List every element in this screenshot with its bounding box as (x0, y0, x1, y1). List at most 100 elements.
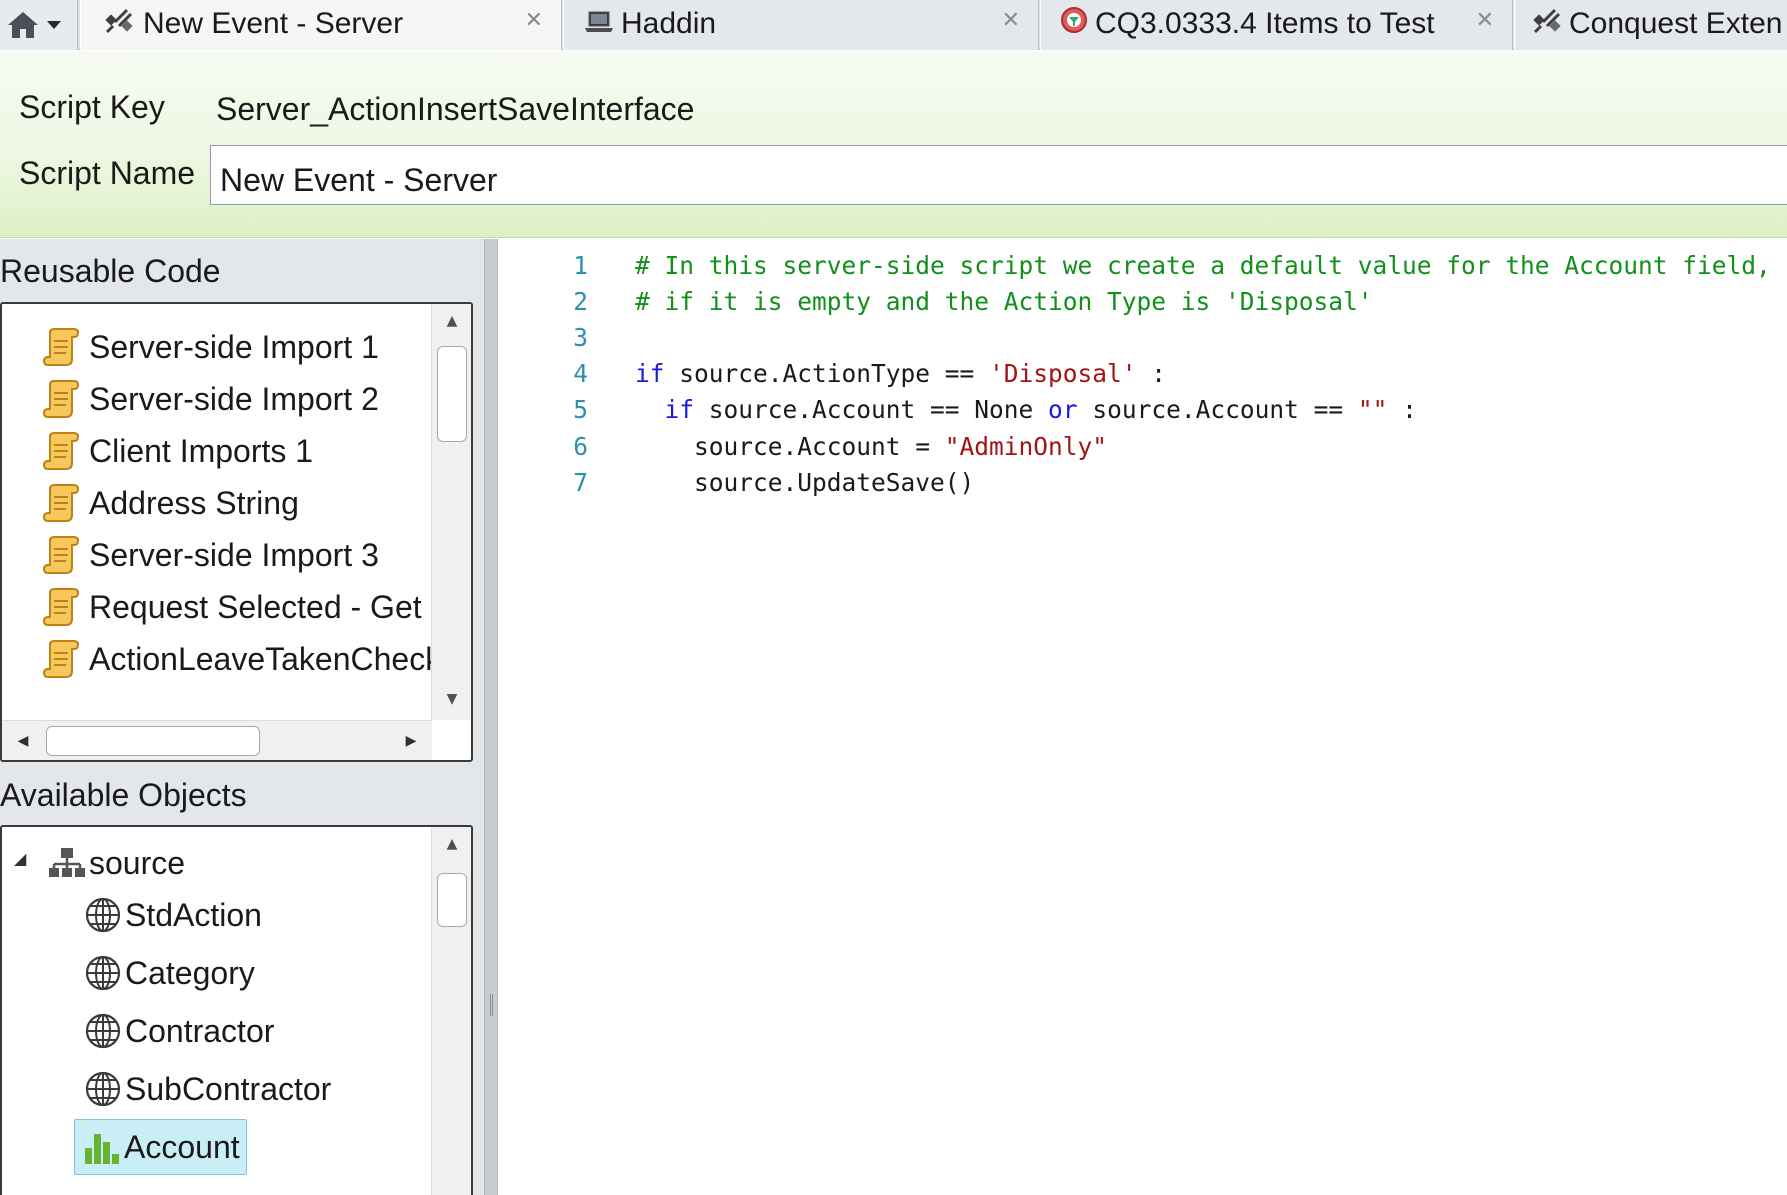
close-icon[interactable]: ✕ (1002, 8, 1020, 33)
home-button[interactable] (0, 0, 78, 50)
left-panel: Reusable Code Server-side Import 1 Serve… (0, 239, 484, 1195)
tab-label: New Event - Server (143, 7, 404, 40)
reusable-code-title: Reusable Code (0, 253, 221, 289)
collapse-triangle-icon[interactable]: ◢ (14, 849, 26, 868)
code-text: # if it is empty and the Action Type is … (635, 284, 1373, 320)
line-number: 6 (573, 431, 588, 461)
code-token-plain: source.Account == (1077, 395, 1358, 425)
tree-node-category[interactable]: Category (84, 947, 255, 999)
tree-node-account[interactable]: Account (74, 1119, 247, 1175)
tree-node-subcontractor[interactable]: SubContractor (84, 1063, 331, 1115)
code-line[interactable]: 2 # if it is empty and the Action Type is… (498, 284, 1787, 320)
code-text: if source.ActionType == 'Disposal' : (635, 356, 1166, 392)
vertical-scrollbar[interactable]: ▲ ▼ (431, 304, 471, 720)
scroll-icon (42, 588, 80, 626)
line-number: 4 (573, 359, 588, 389)
tree-node-label: source (89, 844, 186, 881)
code-line[interactable]: 4 if source.ActionType == 'Disposal' : (498, 356, 1787, 392)
code-line[interactable]: 3 (498, 320, 1787, 356)
chevron-down-icon (47, 21, 61, 29)
scroll-thumb[interactable] (437, 346, 467, 442)
scroll-icon (42, 380, 80, 418)
scroll-down-arrow[interactable]: ▼ (432, 684, 471, 714)
tab-cq-items-to-test[interactable]: CQ3.0333.4 Items to Test ✕ (1040, 0, 1513, 50)
script-header: Script Key Server_ActionInsertSaveInterf… (0, 51, 1787, 238)
tree-node-label: Contractor (125, 1012, 275, 1049)
tab-label: Conquest Exten (1569, 7, 1783, 40)
tab-label: Haddin (621, 7, 717, 40)
list-item-label: Server-side Import 2 (89, 380, 379, 417)
code-text: # In this server-side script we create a… (635, 248, 1771, 284)
reusable-code-list[interactable]: Server-side Import 1 Server-side Import … (0, 302, 473, 762)
list-item[interactable]: Client Imports 1 (42, 426, 313, 476)
script-name-field[interactable] (210, 145, 1787, 205)
code-token-keyword: if (664, 395, 695, 425)
splitter-grip[interactable] (490, 994, 493, 1016)
list-item-label: Server-side Import 3 (89, 536, 379, 573)
scroll-icon (42, 432, 80, 470)
available-objects-tree[interactable]: ◢ source StdAction Category Contractor S… (0, 825, 473, 1195)
scroll-icon (42, 484, 80, 522)
hierarchy-icon (49, 848, 85, 877)
tree-node-label: SubContractor (125, 1070, 332, 1107)
tab-haddin[interactable]: Haddin ✕ (563, 0, 1039, 50)
laptop-icon (585, 11, 613, 32)
code-line[interactable]: 6 source.Account = "AdminOnly" (498, 429, 1787, 465)
home-icon (8, 12, 38, 38)
list-item[interactable]: Server-side Import 2 (42, 374, 379, 424)
list-item-label: Request Selected - Get C (89, 588, 454, 625)
globe-icon (85, 955, 121, 991)
query-icon (1061, 7, 1087, 33)
code-token-plain: source.Account == None (694, 395, 1049, 425)
list-item[interactable]: Request Selected - Get C (42, 582, 454, 632)
tab-conquest-exten[interactable]: Conquest Exten (1514, 0, 1787, 50)
close-icon[interactable]: ✕ (525, 8, 543, 33)
code-token-plain: source.UpdateSave() (635, 467, 975, 497)
tab-new-event-server[interactable]: New Event - Server ✕ (80, 0, 562, 50)
scroll-up-arrow[interactable]: ▲ (432, 829, 471, 859)
tree-node-label: Category (125, 954, 255, 991)
available-objects-title: Available Objects (0, 777, 247, 813)
scroll-left-arrow[interactable]: ◀ (6, 721, 40, 760)
scroll-icon (42, 640, 80, 678)
code-text: if source.Account == None or source.Acco… (635, 392, 1417, 428)
tree-node-contractor[interactable]: Contractor (84, 1005, 274, 1057)
code-token-comment: # In this server-side script we create a… (635, 251, 1771, 280)
tree-node-stdaction[interactable]: StdAction (84, 889, 262, 941)
code-editor[interactable]: 1 # In this server-side script we create … (498, 239, 1787, 1195)
close-icon[interactable]: ✕ (1476, 8, 1494, 33)
list-item-label: Server-side Import 1 (89, 328, 379, 365)
script-name-label: Script Name (19, 155, 196, 191)
tab-bar: New Event - Server ✕ Haddin ✕ CQ3.0333.4… (0, 0, 1787, 50)
code-token-keyword: or (1048, 395, 1078, 425)
code-line[interactable]: 5 if source.Account == None or source.Ac… (498, 392, 1787, 428)
globe-icon (85, 1071, 121, 1107)
code-line[interactable]: 7 source.UpdateSave() (498, 465, 1787, 501)
horizontal-scrollbar[interactable]: ◀ ▶ (2, 720, 432, 760)
globe-icon (85, 897, 121, 933)
code-text: source.UpdateSave() (635, 465, 974, 501)
scroll-icon (42, 328, 80, 366)
code-line[interactable]: 1 # In this server-side script we create … (498, 248, 1787, 284)
line-number: 7 (573, 467, 588, 497)
vertical-scrollbar[interactable]: ▲ (431, 827, 471, 1195)
scroll-thumb[interactable] (46, 726, 260, 756)
code-token-string: 'Disposal' (989, 359, 1137, 389)
list-item[interactable]: Address String (42, 478, 299, 528)
scroll-right-arrow[interactable]: ▶ (394, 721, 428, 760)
list-item-label: Client Imports 1 (89, 432, 314, 469)
globe-icon (85, 1013, 121, 1049)
line-number: 2 (573, 287, 588, 317)
scroll-up-arrow[interactable]: ▲ (432, 306, 471, 336)
tree-node-label: StdAction (125, 896, 262, 933)
list-item[interactable]: ActionLeaveTakenCheck( (42, 634, 452, 684)
list-item-label: Address String (89, 484, 299, 521)
panel-splitter[interactable] (484, 239, 498, 1195)
scroll-thumb[interactable] (437, 873, 467, 927)
tree-node-source[interactable]: source (48, 837, 185, 889)
wrench-satellite-icon (105, 8, 133, 34)
list-item[interactable]: Server-side Import 3 (42, 530, 379, 580)
code-token-plain: : (1136, 359, 1167, 389)
list-item[interactable]: Server-side Import 1 (42, 322, 379, 372)
code-token-comment: # if it is empty and the Action Type is … (635, 287, 1373, 317)
